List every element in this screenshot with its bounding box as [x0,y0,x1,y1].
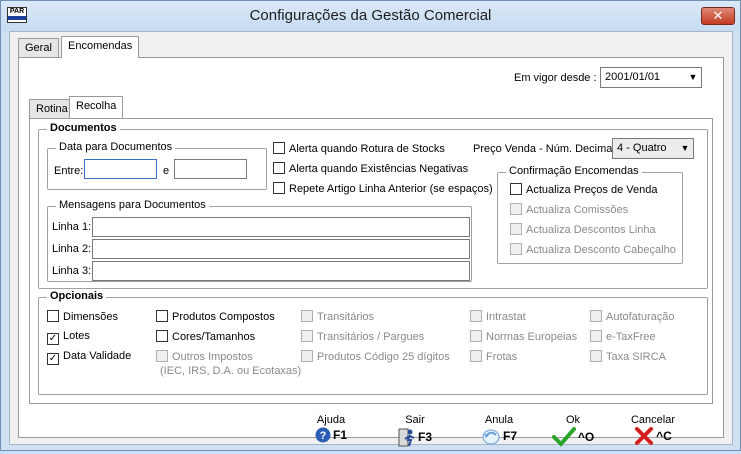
checkbox-box [510,183,522,195]
data-documentos-title: Data para Documentos [56,141,176,153]
cores-tamanhos-checkbox[interactable]: Cores/Tamanhos [156,330,255,344]
svg-text:?: ? [320,430,327,442]
window-title: Configurações da Gestão Comercial [249,7,492,24]
exit-door-icon [398,428,415,447]
title-bar[interactable]: PAR Configurações da Gestão Comercial ✕ [1,1,740,31]
documentos-group: Documentos Data para Documentos Entre: e… [38,122,708,289]
autofaturacao-checkbox[interactable]: Autofaturação [590,310,675,324]
data-validade-checkbox[interactable]: ✓ Data Validade [47,350,131,365]
entre-label: Entre: [54,165,84,177]
confirmacao-group: Confirmação Encomendas Actualiza Preços … [497,165,683,264]
checkbox-box [470,350,482,362]
sair-button[interactable]: Sair F3 [385,414,445,454]
opcionais-group: Opcionais Dimensões ✓ Lotes ✓ Data Validad… [38,290,708,395]
chevron-down-icon: ▼ [680,143,690,153]
linha2-label: Linha 2: [52,243,92,255]
main-window: PAR Configurações da Gestão Comercial ✕ … [0,0,741,451]
preco-decimais-select[interactable]: 4 - Quatro ▼ [612,138,694,159]
data-documentos-group: Data para Documentos Entre: e [47,141,267,190]
linha2-input[interactable] [92,239,470,259]
produtos-compostos-checkbox[interactable]: Produtos Compostos [156,310,275,324]
repete-artigo-checkbox[interactable]: Repete Artigo Linha Anterior (se espaços… [273,182,493,196]
preco-venda-label: Preço Venda - Núm. Decimais [473,143,621,155]
tab-rotina[interactable]: Rotina [29,99,75,119]
close-icon: ✕ [712,8,724,23]
tab-geral[interactable]: Geral [18,38,59,58]
documentos-title: Documentos [47,122,120,134]
checkbox-box [273,162,285,174]
linha3-label: Linha 3: [52,265,92,277]
checkbox-box [510,203,522,215]
encomendas-panel: Em vigor desde : 2001/01/01 ▼ Rotina Rec… [18,57,724,447]
alerta-existencias-checkbox[interactable]: Alerta quando Existências Negativas [273,162,468,176]
e-taxfree-checkbox[interactable]: e-TaxFree [590,330,656,344]
outros-impostos-note: (IEC, IRS, D.A. ou Ecotaxas) [160,365,302,377]
produtos-codigo-25-checkbox[interactable]: Produtos Código 25 dígitos [301,350,450,364]
actualiza-desconto-cabecalho-checkbox[interactable]: Actualiza Desconto Cabeçalho [510,243,676,257]
em-vigor-date-select[interactable]: 2001/01/01 ▼ [600,67,702,88]
checkmark-icon: ✓ [47,353,59,365]
linha3-input[interactable] [92,261,470,281]
x-cancel-icon [635,427,654,445]
checkbox-box [47,310,59,322]
recolha-panel: Documentos Data para Documentos Entre: e… [29,118,713,404]
entre-date-input[interactable] [84,159,157,179]
outros-impostos-checkbox[interactable]: Outros Impostos [156,350,253,364]
e-label: e [163,165,170,177]
actualiza-descontos-linha-checkbox[interactable]: Actualiza Descontos Linha [510,223,656,237]
checkbox-box [510,243,522,255]
mensagens-title: Mensagens para Documentos [56,199,209,211]
em-vigor-label: Em vigor desde : [514,72,597,84]
checkbox-box [590,310,602,322]
actualiza-precos-checkbox[interactable]: Actualiza Preços de Venda [510,183,657,197]
checkbox-box [273,142,285,154]
ate-date-input[interactable] [174,159,247,179]
undo-icon [482,429,500,445]
checkbox-box [273,182,285,194]
checkbox-box [156,330,168,342]
checkmark-icon: ✓ [47,333,59,345]
ajuda-button[interactable]: Ajuda ? F1 [301,414,361,454]
checkbox-box [301,350,313,362]
opcionais-title: Opcionais [47,290,107,302]
alerta-rotura-checkbox[interactable]: Alerta quando Rotura de Stocks [273,142,445,156]
tab-encomendas[interactable]: Encomendas [61,36,140,58]
checkbox-box [156,310,168,322]
checkbox-box [301,310,313,322]
mensagens-group: Mensagens para Documentos Linha 1: Linha… [47,199,472,282]
normas-europeias-checkbox[interactable]: Normas Europeias [470,330,577,344]
linha1-input[interactable] [92,217,470,237]
cancelar-button[interactable]: Cancelar ^C [623,414,683,454]
checkbox-box [510,223,522,235]
ok-button[interactable]: Ok ^O [543,414,603,454]
anula-button[interactable]: Anula F7 [469,414,529,454]
checkbox-box [590,330,602,342]
close-button[interactable]: ✕ [701,7,735,25]
checkmark-icon [551,427,576,447]
frotas-checkbox[interactable]: Frotas [470,350,517,364]
chevron-down-icon: ▼ [688,72,698,82]
client-area: Geral Encomendas Em vigor desde : 2001/0… [9,31,733,447]
help-icon: ? [315,427,331,443]
linha1-label: Linha 1: [52,221,92,233]
actualiza-comissoes-checkbox[interactable]: Actualiza Comissões [510,203,628,217]
lotes-checkbox[interactable]: ✓ Lotes [47,330,90,345]
intrastat-checkbox[interactable]: Intrastat [470,310,526,324]
checkbox-box [470,330,482,342]
transitarios-checkbox[interactable]: Transitários [301,310,374,324]
transitarios-pargues-checkbox[interactable]: Transitários / Pargues [301,330,424,344]
checkbox-box [470,310,482,322]
checkbox-box [590,350,602,362]
dimensoes-checkbox[interactable]: Dimensões [47,310,118,324]
checkbox-box [301,330,313,342]
tab-recolha[interactable]: Recolha [69,96,124,118]
taxa-sirca-checkbox[interactable]: Taxa SIRCA [590,350,666,364]
checkbox-box [156,350,168,362]
confirmacao-title: Confirmação Encomendas [506,165,642,177]
